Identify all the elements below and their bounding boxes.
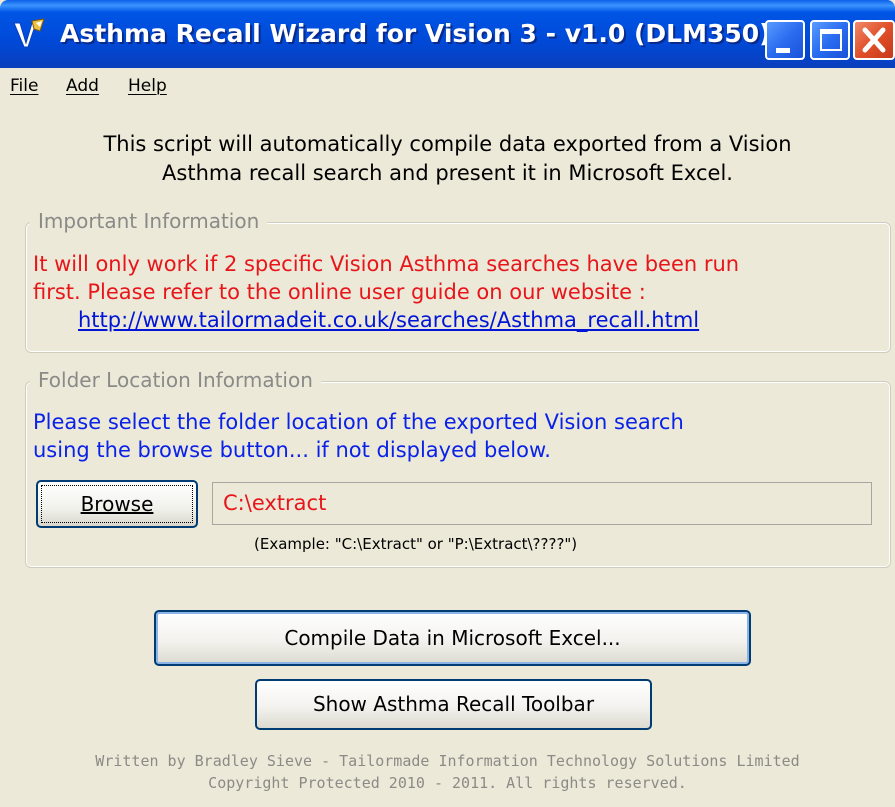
folder-instruction-line-1: Please select the folder location of the… xyxy=(33,410,684,434)
footer: Written by Bradley Sieve - Tailormade In… xyxy=(20,750,875,794)
compile-excel-label: Compile Data in Microsoft Excel... xyxy=(284,626,621,650)
intro-line-1: This script will automatically compile d… xyxy=(103,132,792,156)
minimize-icon xyxy=(776,48,790,53)
menu-file[interactable]: File xyxy=(10,76,38,96)
folder-instruction-line-2: using the browse button... if not displa… xyxy=(33,438,551,462)
pen-tool-icon[interactable] xyxy=(10,17,48,51)
show-toolbar-label: Show Asthma Recall Toolbar xyxy=(312,692,595,716)
close-button[interactable] xyxy=(853,20,895,60)
footer-author: Written by Bradley Sieve - Tailormade In… xyxy=(95,752,800,770)
compile-excel-button[interactable]: Compile Data in Microsoft Excel... xyxy=(154,610,751,666)
intro-text: This script will automatically compile d… xyxy=(20,130,875,188)
maximize-icon xyxy=(820,29,842,51)
important-warning-line-1: It will only work if 2 specific Vision A… xyxy=(33,252,740,276)
user-guide-link[interactable]: http://www.tailormadeit.co.uk/searches/A… xyxy=(78,308,699,332)
title-bar[interactable]: Asthma Recall Wizard for Vision 3 - v1.0… xyxy=(0,0,895,68)
important-warning-line-2: first. Please refer to the online user g… xyxy=(33,280,646,304)
folder-path-field[interactable]: C:\extract xyxy=(212,482,872,525)
intro-line-2: Asthma recall search and present it in M… xyxy=(162,161,733,185)
menu-help[interactable]: Help xyxy=(128,76,167,96)
footer-copyright: Copyright Protected 2010 - 2011. All rig… xyxy=(208,774,687,792)
minimize-button[interactable] xyxy=(765,20,805,60)
important-information-legend: Important Information xyxy=(30,209,268,233)
menu-add[interactable]: Add xyxy=(66,76,99,96)
folder-path-example: (Example: "C:\Extract" or "P:\Extract\??… xyxy=(254,535,578,553)
show-toolbar-button[interactable]: Show Asthma Recall Toolbar xyxy=(255,679,652,730)
browse-button[interactable]: Browse xyxy=(36,480,198,528)
maximize-button[interactable] xyxy=(810,20,850,60)
folder-location-legend: Folder Location Information xyxy=(30,368,321,392)
close-icon xyxy=(862,27,886,53)
window-title: Asthma Recall Wizard for Vision 3 - v1.0… xyxy=(60,19,771,48)
